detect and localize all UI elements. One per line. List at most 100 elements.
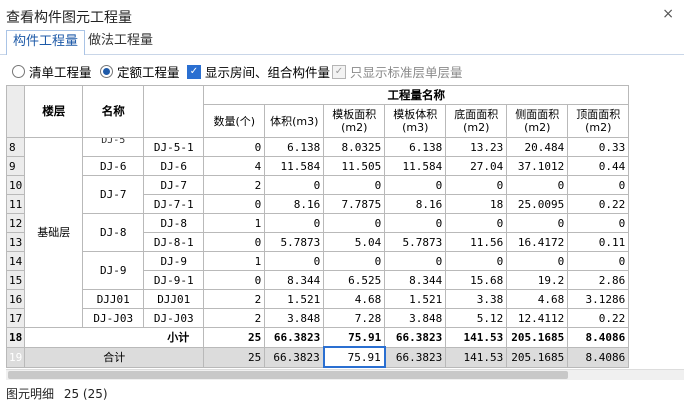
name-cell[interactable]: DJ-8 xyxy=(82,213,145,252)
value-cell[interactable]: 0.11 xyxy=(567,232,630,252)
value-cell[interactable]: 0 xyxy=(323,251,386,271)
value-cell[interactable]: 18 xyxy=(445,194,508,214)
value-cell[interactable]: 0 xyxy=(203,232,266,252)
value-cell[interactable]: 0 xyxy=(445,213,508,233)
value-cell[interactable]: 15.68 xyxy=(445,270,508,290)
value-cell[interactable]: 2 xyxy=(203,175,266,195)
value-cell[interactable]: 141.53 xyxy=(445,346,508,368)
name-cell[interactable]: DJ-J03 xyxy=(82,308,145,328)
value-cell[interactable]: 6.138 xyxy=(264,137,325,157)
value-cell[interactable]: 20.484 xyxy=(506,137,569,157)
value-cell[interactable]: 8.344 xyxy=(384,270,447,290)
value-cell[interactable]: 5.12 xyxy=(445,308,508,328)
checkbox-show-rooms[interactable]: ✓ 显示房间、组合构件量 xyxy=(187,62,330,81)
subname-cell[interactable]: DJ-8-1 xyxy=(143,232,205,252)
value-cell[interactable]: 0.33 xyxy=(567,137,630,157)
value-cell[interactable]: 1 xyxy=(203,251,266,271)
value-cell[interactable]: 0 xyxy=(384,213,447,233)
value-cell[interactable]: 4 xyxy=(203,156,266,176)
value-cell[interactable]: 0 xyxy=(384,175,447,195)
value-cell[interactable]: 11.505 xyxy=(323,156,386,176)
subname-cell[interactable]: DJ-6 xyxy=(143,156,205,176)
value-cell[interactable]: 13.23 xyxy=(445,137,508,157)
value-cell[interactable]: 0 xyxy=(203,137,266,157)
value-cell[interactable]: 66.3823 xyxy=(384,346,447,368)
value-cell[interactable]: 1 xyxy=(203,213,266,233)
subname-cell[interactable]: DJ-J03 xyxy=(143,308,205,328)
value-cell[interactable]: 1.521 xyxy=(384,289,447,309)
value-cell[interactable]: 0 xyxy=(567,213,630,233)
value-cell[interactable]: 0 xyxy=(384,251,447,271)
value-cell[interactable]: 66.3823 xyxy=(384,327,447,348)
name-cell[interactable]: DJ-7 xyxy=(82,175,145,214)
value-cell[interactable]: 0 xyxy=(264,175,325,195)
floor-cell[interactable]: 基础层 xyxy=(24,137,84,328)
checkbox-std-floor[interactable]: ✓ 只显示标准层单层量 xyxy=(332,62,463,81)
value-cell[interactable]: 7.28 xyxy=(323,308,386,328)
tab-component-quantity[interactable]: 构件工程量 xyxy=(6,30,86,55)
name-cell[interactable]: DJ-6 xyxy=(82,156,145,176)
value-cell[interactable]: 3.38 xyxy=(445,289,508,309)
table-row[interactable]: 10 DJ-7 DJ-7 2 0 0 0 0 0 0 xyxy=(5,175,630,214)
selected-value-cell[interactable]: 75.91 xyxy=(322,346,386,368)
value-cell[interactable]: 11.56 xyxy=(445,232,508,252)
value-cell[interactable]: 25.0095 xyxy=(506,194,569,214)
total-row[interactable]: 19 合计 25 66.3823 75.91 66.3823 141.53 20… xyxy=(5,346,630,368)
radio-qingdan-quantity[interactable]: 清单工程量 xyxy=(12,62,92,81)
value-cell[interactable]: 2.86 xyxy=(567,270,630,290)
value-cell[interactable]: 0 xyxy=(506,251,569,271)
value-cell[interactable]: 11.584 xyxy=(264,156,325,176)
value-cell[interactable]: 0 xyxy=(445,175,508,195)
subname-cell[interactable]: DJ-9-1 xyxy=(143,270,205,290)
value-cell[interactable]: 19.2 xyxy=(506,270,569,290)
table-row[interactable]: 17 DJ-J03 DJ-J03 2 3.848 7.28 3.848 5.12… xyxy=(5,308,630,328)
value-cell[interactable]: 5.7873 xyxy=(264,232,325,252)
value-cell[interactable]: 3.848 xyxy=(384,308,447,328)
value-cell[interactable]: 0 xyxy=(323,175,386,195)
subname-cell[interactable]: DJJ01 xyxy=(143,289,205,309)
value-cell[interactable]: 2 xyxy=(203,308,266,328)
value-cell[interactable]: 12.4112 xyxy=(506,308,569,328)
value-cell[interactable]: 0.44 xyxy=(567,156,630,176)
value-cell[interactable]: 6.138 xyxy=(384,137,447,157)
subtotal-row[interactable]: 18 小计 25 66.3823 75.91 66.3823 141.53 20… xyxy=(5,327,630,348)
value-cell[interactable]: 141.53 xyxy=(445,327,508,348)
value-cell[interactable]: 3.848 xyxy=(264,308,325,328)
table-row[interactable]: 16 DJJ01 DJJ01 2 1.521 4.68 1.521 3.38 4… xyxy=(5,289,630,309)
value-cell[interactable]: 3.1286 xyxy=(567,289,630,309)
name-cell[interactable]: DJJ01 xyxy=(82,289,145,309)
value-cell[interactable]: 0 xyxy=(203,194,266,214)
scrollbar-thumb[interactable] xyxy=(8,371,568,379)
subname-cell[interactable]: DJ-5-1 xyxy=(143,137,205,157)
value-cell[interactable]: 0 xyxy=(567,251,630,271)
subname-cell[interactable]: DJ-8 xyxy=(143,213,205,233)
value-cell[interactable]: 0 xyxy=(264,251,325,271)
value-cell[interactable]: 11.584 xyxy=(384,156,447,176)
name-cell[interactable]: DJ-9 xyxy=(82,251,145,290)
table-row[interactable]: 8 基础层 DJ-5 DJ-5-1 0 6.138 8.0325 6.138 1… xyxy=(5,137,630,328)
value-cell[interactable]: 7.7875 xyxy=(323,194,386,214)
subname-cell[interactable]: DJ-7 xyxy=(143,175,205,195)
value-cell[interactable]: 8.16 xyxy=(264,194,325,214)
value-cell[interactable]: 0 xyxy=(203,270,266,290)
value-cell[interactable]: 5.04 xyxy=(323,232,386,252)
value-cell[interactable]: 75.91 xyxy=(323,327,386,348)
value-cell[interactable]: 0 xyxy=(264,213,325,233)
value-cell[interactable]: 0 xyxy=(506,213,569,233)
table-row[interactable]: 12 DJ-8 DJ-8 1 0 0 0 0 0 0 xyxy=(5,213,630,252)
value-cell[interactable]: 0 xyxy=(506,175,569,195)
radio-dinge-quantity[interactable]: 定额工程量 xyxy=(100,62,180,81)
value-cell[interactable]: 0 xyxy=(323,213,386,233)
value-cell[interactable]: 0 xyxy=(445,251,508,271)
value-cell[interactable]: 66.3823 xyxy=(264,327,325,348)
name-cell-partial[interactable]: DJ-5 xyxy=(82,137,145,157)
tab-method-quantity[interactable]: 做法工程量 xyxy=(82,30,159,52)
table-row[interactable]: 14 DJ-9 DJ-9 1 0 0 0 0 0 0 xyxy=(5,251,630,290)
value-cell[interactable]: 16.4172 xyxy=(506,232,569,252)
value-cell[interactable]: 0 xyxy=(567,175,630,195)
value-cell[interactable]: 0.22 xyxy=(567,194,630,214)
value-cell[interactable]: 8.0325 xyxy=(323,137,386,157)
value-cell[interactable]: 6.525 xyxy=(323,270,386,290)
value-cell[interactable]: 37.1012 xyxy=(506,156,569,176)
value-cell[interactable]: 27.04 xyxy=(445,156,508,176)
